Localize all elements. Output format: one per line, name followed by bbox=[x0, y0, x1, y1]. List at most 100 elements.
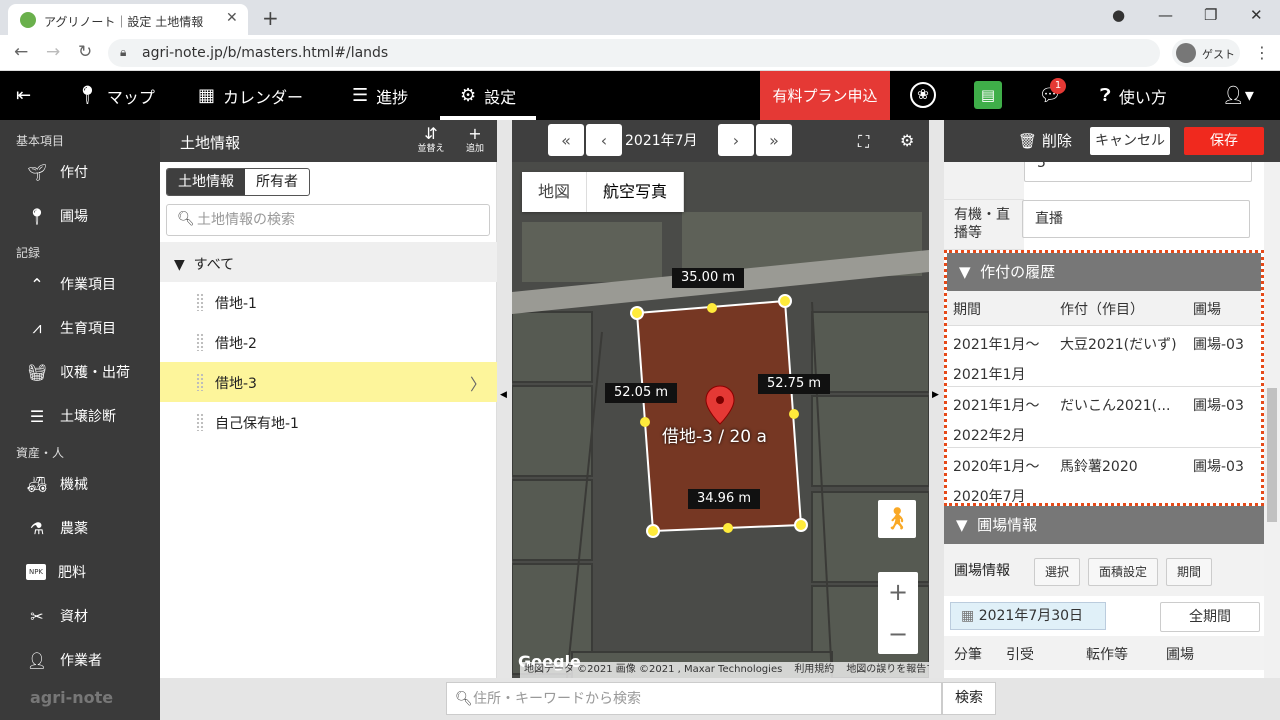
sidebar-item-soil[interactable]: ☰ 土壌診断 bbox=[26, 406, 116, 426]
calendar-icon: ▦ bbox=[198, 85, 216, 106]
terms-link[interactable]: 利用規約 bbox=[794, 662, 834, 678]
zoom-in-button[interactable]: + bbox=[878, 572, 918, 612]
cancel-button[interactable]: キャンセル bbox=[1090, 127, 1170, 155]
sidebar-item-pesticide[interactable]: ⚗ 農薬 bbox=[26, 518, 88, 538]
list-item[interactable]: 借地-2 bbox=[160, 322, 497, 362]
add-button[interactable]: + 追加 bbox=[458, 124, 492, 155]
close-icon[interactable]: ✕ bbox=[226, 10, 238, 26]
next-month-button[interactable]: › bbox=[718, 124, 754, 156]
drag-handle-icon[interactable] bbox=[196, 373, 204, 391]
farm-icon[interactable]: ❀ bbox=[910, 82, 936, 108]
area-setting-button[interactable]: 面積設定 bbox=[1088, 558, 1158, 586]
tab-owner[interactable]: 所有者 bbox=[245, 169, 309, 195]
sidebar-item-worker[interactable]: 👤︎ 作業者 bbox=[26, 650, 102, 670]
partial-field-input[interactable]: 5 bbox=[1024, 162, 1252, 182]
delete-button[interactable]: 🗑︎ 削除 bbox=[1018, 130, 1072, 151]
reload-icon[interactable]: ↻ bbox=[78, 42, 92, 62]
sidebar-item-material[interactable]: ✂ 資材 bbox=[26, 606, 88, 626]
user-icon: 👤︎▾ bbox=[1222, 85, 1254, 106]
select-button[interactable]: 選択 bbox=[1034, 558, 1080, 586]
prev-month-button[interactable]: ‹ bbox=[586, 124, 622, 156]
omnibox[interactable]: 🔒︎ agri-note.jp/b/masters.html#/lands bbox=[108, 39, 1160, 67]
address-search-input[interactable] bbox=[473, 689, 933, 709]
next-year-button[interactable]: » bbox=[756, 124, 792, 156]
address-search-button[interactable]: 検索 bbox=[942, 682, 996, 715]
sidebar-item-machine[interactable]: 🚜︎ 機械 bbox=[26, 474, 88, 494]
menu-toggle[interactable]: ⇤ bbox=[16, 71, 31, 120]
street-view-pegman[interactable]: 🚶︎ bbox=[878, 500, 916, 538]
nav-settings[interactable]: ⚙ 設定 bbox=[460, 71, 516, 120]
zoom-out-button[interactable]: − bbox=[878, 614, 918, 654]
crop-history-columns: 期間 作付（作目） 圃場 bbox=[947, 291, 1261, 325]
drag-handle-icon[interactable] bbox=[196, 333, 204, 351]
add-label: 追加 bbox=[465, 144, 484, 154]
sidebar-item-crop[interactable]: 🌱︎ 作付 bbox=[26, 162, 88, 182]
profile-button[interactable]: ゲスト bbox=[1172, 39, 1240, 67]
calendar-icon: ▦ bbox=[961, 608, 975, 624]
sidebar-item-growth[interactable]: ⩘ 生育項目 bbox=[26, 318, 116, 338]
crop-history-title: 作付の履歴 bbox=[980, 263, 1056, 281]
list-item[interactable]: 自己保有地-1 bbox=[160, 402, 497, 442]
tree-group-all[interactable]: ▼ すべて bbox=[160, 242, 497, 282]
help-icon: ❓︎ bbox=[1100, 85, 1111, 106]
bottom-search-bar: 🔍︎ 検索 bbox=[160, 678, 1280, 720]
nav-progress[interactable]: ☰ 進捗 bbox=[352, 71, 408, 120]
map-type-map[interactable]: 地図 bbox=[522, 172, 588, 212]
prev-year-button[interactable]: « bbox=[548, 124, 584, 156]
period-end: 2022年2月 bbox=[953, 428, 1026, 444]
restore-icon[interactable]: ❐ bbox=[1204, 6, 1217, 24]
sidebar-item-work[interactable]: ⌃ 作業項目 bbox=[26, 274, 116, 294]
sidebar-item-fertilizer[interactable]: NPK 肥料 bbox=[26, 562, 86, 582]
scrollbar-thumb[interactable] bbox=[1267, 388, 1277, 522]
sidebar-item-harvest[interactable]: 🧺︎ 収穫・出荷 bbox=[26, 362, 130, 382]
paid-plan-button[interactable]: 有料プラン申込 bbox=[760, 71, 890, 120]
drag-handle-icon[interactable] bbox=[196, 413, 204, 431]
section-heading: 記録 bbox=[16, 246, 41, 260]
back-icon[interactable]: ← bbox=[14, 42, 28, 62]
pegman-icon: 🚶︎ bbox=[883, 506, 911, 532]
distance-label-top: 35.00 m bbox=[672, 268, 745, 288]
drag-handle-icon[interactable] bbox=[196, 293, 204, 311]
sidebar-item-field[interactable]: 📍︎ 圃場 bbox=[26, 206, 88, 226]
tab-land[interactable]: 土地情報 bbox=[167, 169, 245, 195]
help-link[interactable]: ❓︎ 使い方 bbox=[1100, 71, 1167, 120]
crop-history-header[interactable]: ▼ 作付の履歴 bbox=[947, 253, 1261, 291]
table-row[interactable]: 2021年1月〜 2021年1月 大豆2021(だいず) 圃場-03 bbox=[947, 325, 1261, 386]
fullscreen-icon[interactable]: ⛶ bbox=[858, 132, 869, 152]
minimize-icon[interactable]: — bbox=[1158, 6, 1173, 24]
sort-button[interactable]: ⇵ 並替え bbox=[414, 124, 448, 155]
url-text[interactable]: agri-note.jp/b/masters.html#/lands bbox=[142, 45, 388, 61]
gear-icon[interactable]: ⚙ bbox=[900, 131, 914, 150]
new-tab-icon[interactable]: + bbox=[262, 6, 279, 30]
collapse-left-handle[interactable]: ◀ bbox=[497, 120, 512, 678]
scrollbar[interactable] bbox=[1264, 162, 1280, 678]
table-row[interactable]: 2021年1月〜 2022年2月 だいこん2021(... 圃場-03 bbox=[947, 386, 1261, 447]
group-label-text: すべて bbox=[193, 257, 235, 273]
collapse-right-handle[interactable]: ▶ bbox=[929, 120, 944, 678]
field-info-header[interactable]: ▼ 圃場情報 bbox=[944, 506, 1264, 544]
period-button[interactable]: 期間 bbox=[1166, 558, 1212, 586]
save-button[interactable]: 保存 bbox=[1184, 127, 1264, 155]
notebook-icon[interactable]: ▤ bbox=[974, 81, 1002, 109]
browser-tab[interactable]: アグリノート｜設定 土地情報 ✕ bbox=[8, 4, 248, 35]
list-item-selected[interactable]: 借地-3 〉 bbox=[160, 362, 497, 402]
date-picker[interactable]: ▦ 2021年7月30日 bbox=[950, 602, 1106, 630]
land-search-input[interactable] bbox=[197, 209, 477, 231]
favicon-icon bbox=[20, 12, 36, 28]
app-header: ⇤ 📍︎ マップ ▦ カレンダー ☰ 進捗 ⚙ 設定 有料プラン申込 ❀ ▤ 💬… bbox=[0, 71, 1280, 120]
browser-menu-icon[interactable]: ⋮ bbox=[1254, 43, 1270, 62]
forward-icon[interactable]: → bbox=[46, 42, 60, 62]
nav-map[interactable]: 📍︎ マップ bbox=[76, 71, 155, 120]
map-canvas[interactable]: 地図 航空写真 35.00 m 52.05 m 52.75 m 34.96 m … bbox=[512, 162, 944, 678]
organic-input[interactable]: 直播 bbox=[1022, 200, 1250, 238]
map-type-satellite[interactable]: 航空写真 bbox=[587, 172, 685, 212]
list-item[interactable]: 借地-1 bbox=[160, 282, 497, 322]
tab-title: アグリノート｜設定 土地情報 bbox=[44, 15, 204, 29]
all-period-button[interactable]: 全期間 bbox=[1160, 602, 1260, 632]
window-close-icon[interactable]: ✕ bbox=[1250, 6, 1263, 24]
map-pin-icon: 📍︎ bbox=[26, 206, 48, 226]
profile-menu-icon[interactable]: ● bbox=[1112, 6, 1125, 24]
user-menu[interactable]: 👤︎▾ bbox=[1222, 71, 1254, 120]
nav-calendar[interactable]: ▦ カレンダー bbox=[198, 71, 303, 120]
table-row[interactable]: 2020年1月〜 2020年7月 馬鈴薯2020 圃場-03 bbox=[947, 447, 1261, 508]
